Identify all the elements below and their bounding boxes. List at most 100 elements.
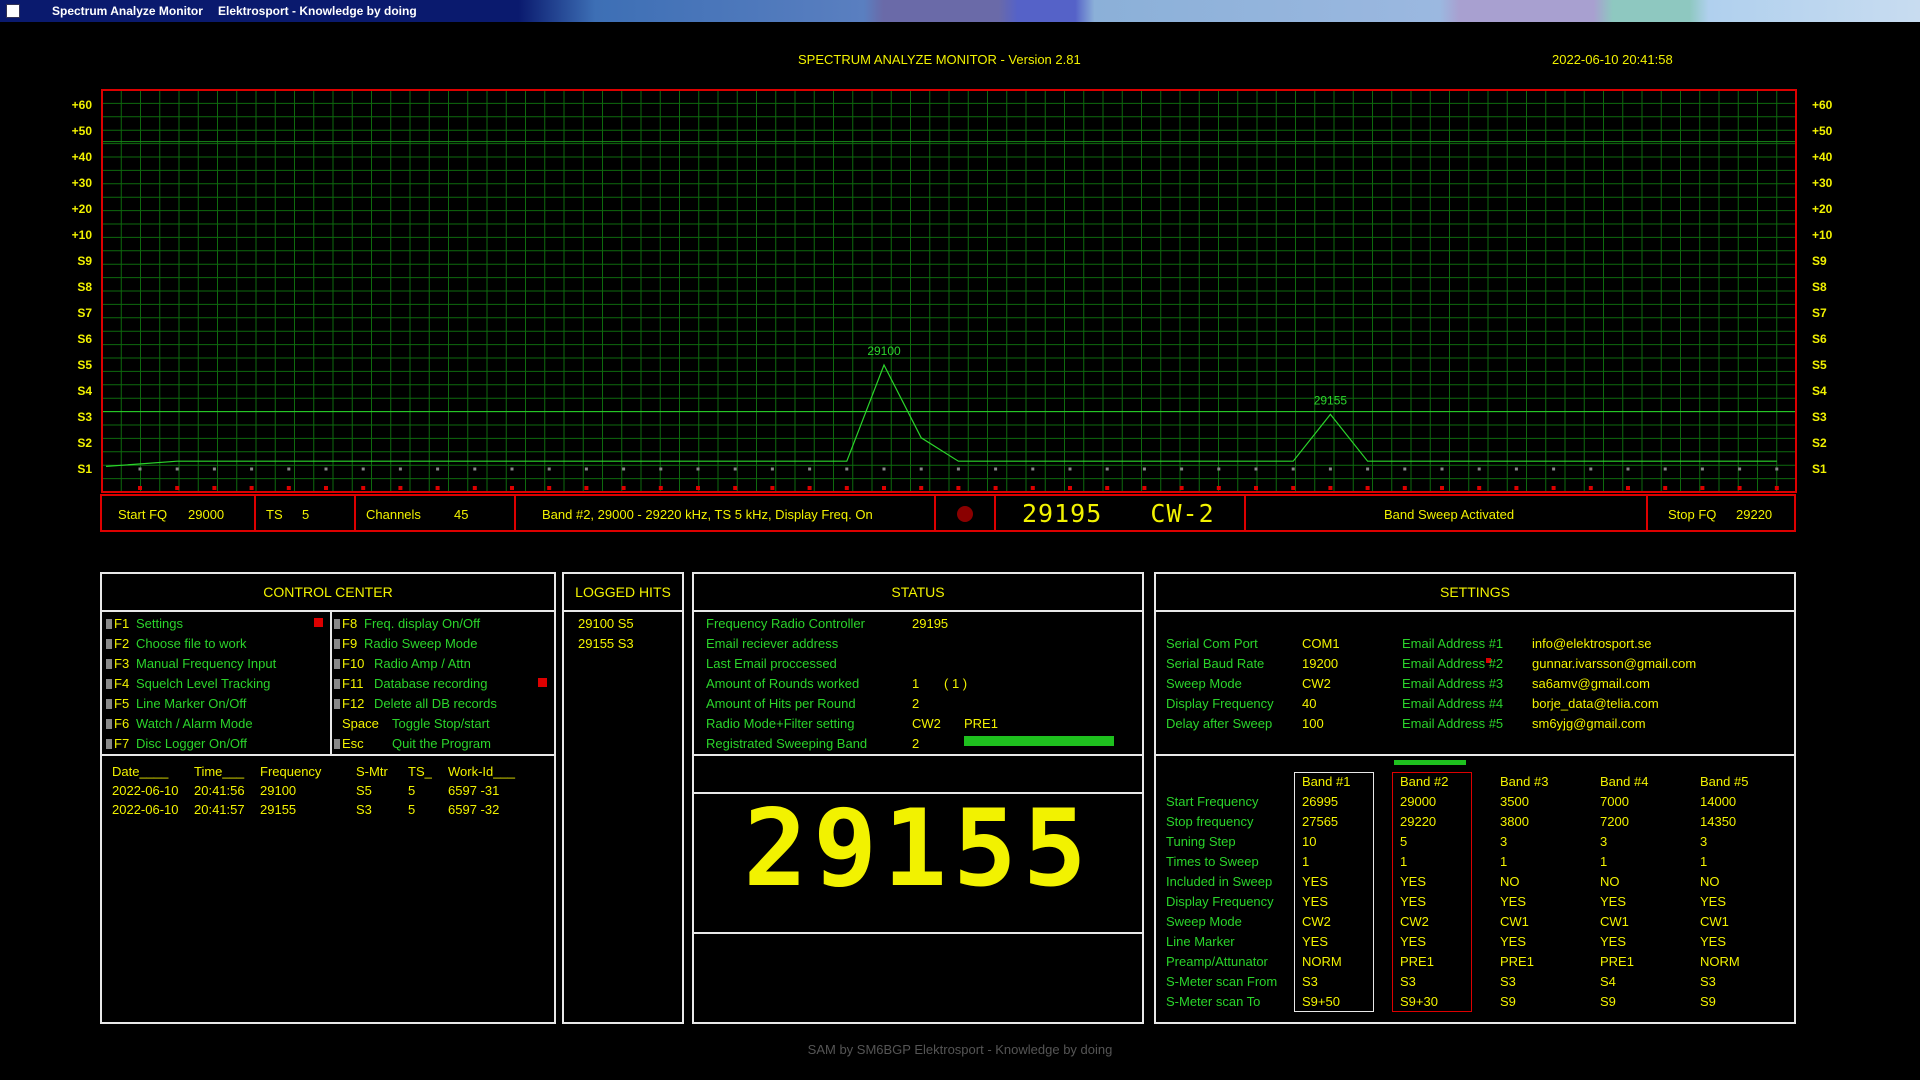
band-cell[interactable]: YES (1500, 894, 1526, 909)
control-item-f12[interactable]: F12 Delete all DB records (334, 696, 497, 711)
table-row[interactable]: 2022-06-10 20:41:56 29100 S5 5 6597 -31 (112, 783, 528, 802)
control-item-f7[interactable]: F7 Disc Logger On/Off (106, 736, 247, 751)
control-item-esc[interactable]: Esc Quit the Program (334, 736, 491, 751)
band-header[interactable]: Band #2 (1400, 774, 1448, 789)
band-cell[interactable]: S9+50 (1302, 994, 1340, 1009)
email-value[interactable]: sa6amv@gmail.com (1532, 676, 1650, 691)
control-item-f10[interactable]: F10 Radio Amp / Attn (334, 656, 471, 671)
control-item-f8[interactable]: F8 Freq. display On/Off (334, 616, 480, 631)
key-label: F7 (114, 736, 130, 751)
band-cell[interactable]: PRE1 (1400, 954, 1434, 969)
band-cell[interactable]: YES (1400, 894, 1426, 909)
band-cell[interactable]: YES (1400, 934, 1426, 949)
band-cell[interactable]: YES (1700, 934, 1726, 949)
setting-value[interactable]: CW2 (1302, 676, 1331, 691)
email-value[interactable]: sm6yjg@gmail.com (1532, 716, 1646, 731)
band-header[interactable]: Band #1 (1302, 774, 1350, 789)
setting-value[interactable]: 19200 (1302, 656, 1338, 671)
band-cell[interactable]: YES (1302, 894, 1328, 909)
setting-value[interactable]: 40 (1302, 696, 1316, 711)
band-cell[interactable]: S9 (1500, 994, 1516, 1009)
control-item-f9[interactable]: F9 Radio Sweep Mode (334, 636, 477, 651)
band-cell[interactable]: CW1 (1700, 914, 1729, 929)
band-cell[interactable]: YES (1400, 874, 1426, 889)
setting-value[interactable]: COM1 (1302, 636, 1340, 651)
control-item-f2[interactable]: F2 Choose file to work (106, 636, 247, 651)
band-cell[interactable]: 1 (1400, 854, 1407, 869)
band-cell[interactable]: S9 (1700, 994, 1716, 1009)
channel-tick (1588, 486, 1593, 490)
band-cell[interactable]: 14350 (1700, 814, 1736, 829)
band-cell[interactable]: NORM (1302, 954, 1342, 969)
band-cell[interactable]: 7200 (1600, 814, 1629, 829)
email-value[interactable]: info@elektrosport.se (1532, 636, 1651, 651)
channel-tick (1477, 486, 1482, 490)
email-value[interactable]: borje_data@telia.com (1532, 696, 1659, 711)
band-header[interactable]: Band #5 (1700, 774, 1748, 789)
band-cell[interactable]: S3 (1700, 974, 1716, 989)
band-cell[interactable]: NORM (1700, 954, 1740, 969)
channel-dot (1291, 467, 1295, 471)
key-marker-icon (106, 679, 112, 689)
band-cell[interactable]: S4 (1600, 974, 1616, 989)
band-cell[interactable]: NO (1600, 874, 1620, 889)
band-cell[interactable]: 5 (1400, 834, 1407, 849)
window-title-bar[interactable]: Spectrum Analyze Monitor Elektrosport - … (0, 0, 1920, 22)
band-cell[interactable]: 26995 (1302, 794, 1338, 809)
band-cell[interactable]: 3 (1500, 834, 1507, 849)
band-cell[interactable]: YES (1302, 874, 1328, 889)
control-item-f11[interactable]: F11 Database recording (334, 676, 487, 691)
band-cell[interactable]: 10 (1302, 834, 1316, 849)
band-cell[interactable]: 1 (1302, 854, 1309, 869)
band-cell[interactable]: S9+30 (1400, 994, 1438, 1009)
logged-hit-item[interactable]: 29100 S5 (578, 616, 634, 636)
channel-dot (473, 467, 477, 471)
band-cell[interactable]: 14000 (1700, 794, 1736, 809)
band-cell[interactable]: YES (1500, 934, 1526, 949)
control-item-f4[interactable]: F4 Squelch Level Tracking (106, 676, 270, 691)
table-row[interactable]: 2022-06-10 20:41:57 29155 S3 5 6597 -32 (112, 802, 528, 821)
control-item-space[interactable]: Space Toggle Stop/start (334, 716, 490, 731)
control-item-f6[interactable]: F6 Watch / Alarm Mode (106, 716, 253, 731)
band-cell[interactable]: YES (1700, 894, 1726, 909)
band-cell[interactable]: 3 (1600, 834, 1607, 849)
band-cell[interactable]: 29220 (1400, 814, 1436, 829)
band-cell[interactable]: 3 (1700, 834, 1707, 849)
band-cell[interactable]: YES (1600, 894, 1626, 909)
band-cell[interactable]: PRE1 (1500, 954, 1534, 969)
band-cell[interactable]: 1 (1700, 854, 1707, 869)
band-cell[interactable]: 3800 (1500, 814, 1529, 829)
band-cell[interactable]: YES (1302, 934, 1328, 949)
band-cell[interactable]: 1 (1600, 854, 1607, 869)
band-cell[interactable]: PRE1 (1600, 954, 1634, 969)
band-cell[interactable]: S3 (1400, 974, 1416, 989)
control-item-f1[interactable]: F1 Settings (106, 616, 183, 631)
setting-value[interactable]: 100 (1302, 716, 1324, 731)
band-header[interactable]: Band #3 (1500, 774, 1548, 789)
band-row-label: S-Meter scan From (1166, 974, 1278, 989)
band-cell[interactable]: 3500 (1500, 794, 1529, 809)
band-cell[interactable]: NO (1500, 874, 1520, 889)
band-header[interactable]: Band #4 (1600, 774, 1648, 789)
band-cell[interactable]: YES (1600, 934, 1626, 949)
band-cell[interactable]: S3 (1302, 974, 1318, 989)
band-cell[interactable]: S9 (1600, 994, 1616, 1009)
band-cell[interactable]: CW2 (1400, 914, 1429, 929)
band-cell[interactable]: 1 (1500, 854, 1507, 869)
band-cell[interactable]: 29000 (1400, 794, 1436, 809)
email-value[interactable]: gunnar.ivarsson@gmail.com (1532, 656, 1696, 671)
band-cell[interactable]: NO (1700, 874, 1720, 889)
band-cell[interactable]: 7000 (1600, 794, 1629, 809)
band-cell[interactable]: CW1 (1500, 914, 1529, 929)
band-cell[interactable]: 27565 (1302, 814, 1338, 829)
band-cell[interactable]: CW1 (1600, 914, 1629, 929)
control-item-f3[interactable]: F3 Manual Frequency Input (106, 656, 276, 671)
y-label-right: +50 (1812, 124, 1833, 138)
control-item-f5[interactable]: F5 Line Marker On/Off (106, 696, 246, 711)
band-cell[interactable]: CW2 (1302, 914, 1331, 929)
setting-label: Sweep Mode (1166, 676, 1242, 691)
table-cell: 2022-06-10 (112, 783, 179, 798)
band-cell[interactable]: S3 (1500, 974, 1516, 989)
footer-text: SAM by SM6BGP Elektrosport - Knowledge b… (807, 1042, 1113, 1057)
logged-hit-item[interactable]: 29155 S3 (578, 636, 634, 656)
